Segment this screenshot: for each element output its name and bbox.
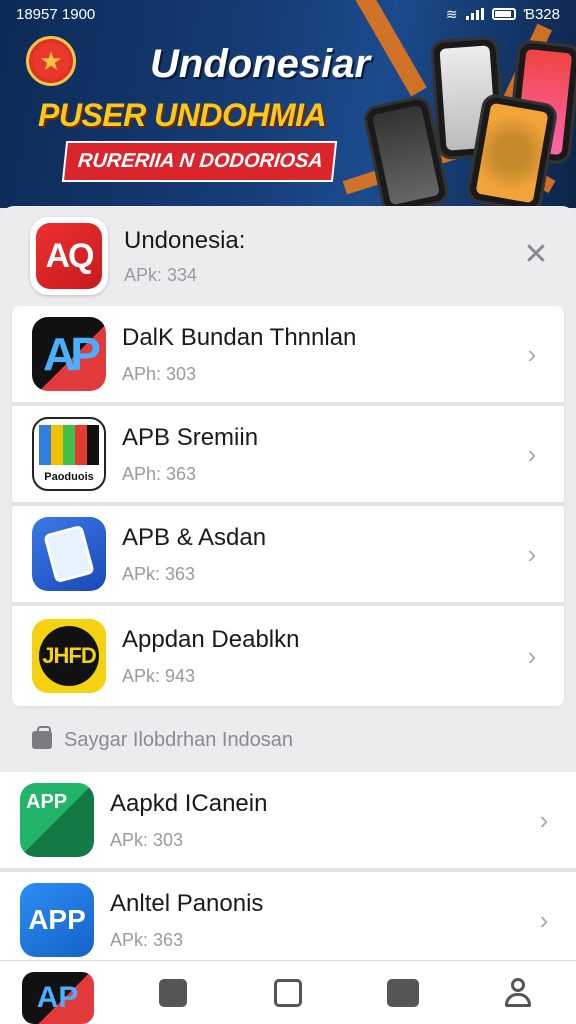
emblem-icon: ★: [26, 36, 76, 86]
app-subtitle: APk: 363: [122, 563, 196, 584]
battery-icon: [491, 8, 516, 20]
banner-tag: RURERIIA N DODORIOSA: [61, 141, 337, 182]
list-item[interactable]: JHFD Appdan Deablkn APk: 943 ›: [12, 606, 564, 706]
app-blue-icon: APP: [20, 883, 94, 957]
app-green-icon: APP: [20, 783, 94, 857]
chevron-right-icon: ›: [539, 804, 549, 835]
nav-games[interactable]: [363, 965, 443, 1021]
app-title: Anltel Panonis: [110, 889, 264, 917]
tv-colors-icon: Paoduois: [32, 417, 106, 491]
app-subtitle: APk: 303: [110, 829, 184, 850]
list-item[interactable]: APP Aapkd ICanein APk: 303 ›: [0, 772, 576, 872]
app-title: APB & Asdan: [122, 523, 267, 551]
bottom-nav: AP: [0, 960, 576, 1024]
sheet-title: Undonesia:: [124, 226, 246, 254]
status-right-text: Ɓ328: [523, 5, 560, 23]
gamepad-icon: [387, 978, 420, 1007]
jhfd-yellow-icon: JHFD: [32, 619, 106, 693]
app-list-more: APP Aapkd ICanein APk: 303 › APP Anltel …: [0, 772, 576, 962]
sheet-subtitle: APk: 334: [124, 264, 198, 285]
status-bar: 18957 1900 ≋ Ɓ328: [0, 0, 576, 28]
tablet-blue-icon: [32, 517, 106, 591]
app-subtitle: APk: 363: [110, 929, 184, 950]
nav-bag[interactable]: [248, 965, 328, 1021]
chevron-right-icon: ›: [527, 640, 537, 671]
nav-home[interactable]: AP: [18, 965, 98, 1024]
signal-icon: [465, 8, 484, 20]
promo-banner[interactable]: ★ Undonesiar PUSER UNDOHMIA RURERIIA N D…: [0, 0, 576, 208]
banner-title: Undonesiar: [150, 42, 371, 86]
person-icon: [503, 977, 533, 1008]
app-title: APB Sremiin: [122, 423, 259, 451]
banner-subtitle: PUSER UNDOHMIA: [38, 97, 327, 133]
app-list: AP DalK Bundan Thnnlan APh: 303 › Paoduo…: [12, 306, 564, 706]
sheet-header: AQ Undonesia: APk: 334 ✕: [0, 206, 576, 306]
app-list-sheet: AQ Undonesia: APk: 334 ✕ AP DalK Bundan …: [0, 206, 576, 962]
nav-profile[interactable]: [478, 965, 558, 1021]
aq-app-icon: AQ: [30, 217, 108, 295]
list-item[interactable]: AP DalK Bundan Thnnlan APh: 303 ›: [12, 306, 564, 406]
section-header: Saygar Ilobdrhan Indosan: [0, 708, 576, 772]
chevron-right-icon: ›: [527, 538, 537, 569]
app-title: Aapkd ICanein: [110, 789, 268, 817]
chevron-right-icon: ›: [539, 904, 549, 935]
chevron-right-icon: ›: [527, 438, 537, 469]
nav-edit[interactable]: [133, 965, 213, 1021]
close-icon[interactable]: ✕: [518, 236, 554, 272]
ap-red-icon: AP: [32, 317, 106, 391]
bag-icon: [273, 978, 302, 1007]
app-subtitle: APh: 303: [122, 363, 197, 384]
chevron-right-icon: ›: [527, 338, 537, 369]
app-subtitle: APk: 943: [122, 665, 196, 686]
section-label: Saygar Ilobdrhan Indosan: [64, 728, 294, 751]
bag-icon: [32, 726, 52, 749]
app-subtitle: APh: 363: [122, 463, 197, 484]
ap-logo-icon: AP: [21, 971, 94, 1024]
app-title: DalK Bundan Thnnlan: [122, 323, 357, 351]
list-item[interactable]: APB & Asdan APk: 363 ›: [12, 506, 564, 606]
app-title: Appdan Deablkn: [122, 625, 300, 653]
list-item[interactable]: Paoduois APB Sremiin APh: 363 ›: [12, 406, 564, 506]
status-time: 18957 1900: [16, 5, 96, 23]
edit-icon: [158, 978, 187, 1007]
list-item[interactable]: APP Anltel Panonis APk: 363 ›: [0, 872, 576, 962]
wifi-icon: ≋: [445, 5, 458, 22]
